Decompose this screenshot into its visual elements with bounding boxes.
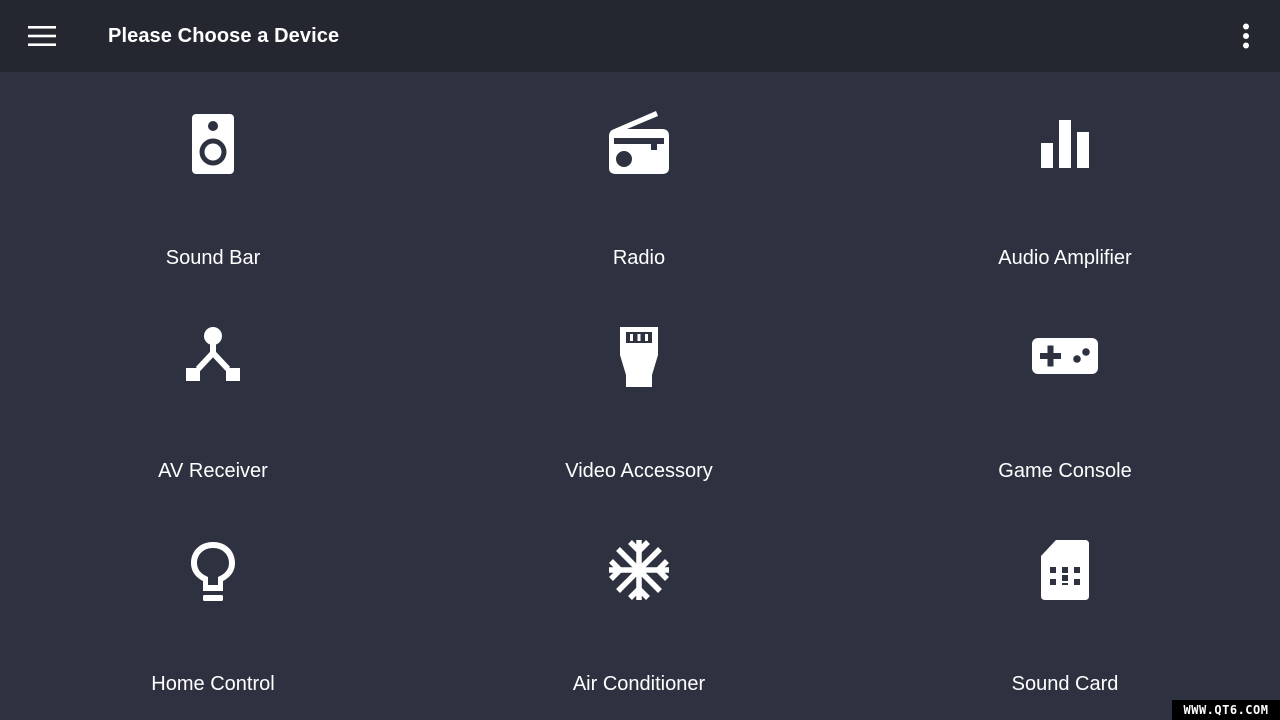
device-label: Sound Card [1011, 673, 1119, 695]
sd-card-icon [1041, 540, 1089, 600]
device-tile-av-receiver[interactable]: AV Receiver [0, 285, 426, 498]
device-tile-sound-card[interactable]: Sound Card [852, 498, 1278, 711]
lightbulb-icon [191, 542, 235, 601]
device-tile-game-console[interactable]: Game Console [852, 285, 1278, 498]
menu-button[interactable] [18, 16, 66, 56]
device-label: Home Control [151, 673, 275, 695]
device-tile-audio-amplifier[interactable]: Audio Amplifier [852, 72, 1278, 285]
app-bar: Please Choose a Device [0, 0, 1280, 72]
av-receiver-icon [186, 327, 240, 381]
device-tile-radio[interactable]: Radio [426, 72, 852, 285]
device-tile-video-accessory[interactable]: Video Accessory [426, 285, 852, 498]
device-label: Radio [612, 247, 666, 269]
radio-icon [609, 111, 669, 174]
device-label: Audio Amplifier [998, 247, 1132, 269]
overflow-menu-button[interactable] [1224, 16, 1268, 56]
connector-icon [620, 327, 658, 387]
hamburger-menu-icon [28, 26, 56, 46]
watermark: WWW.QT6.COM [1172, 700, 1280, 720]
device-label: Game Console [998, 460, 1132, 482]
device-label: Sound Bar [165, 247, 261, 269]
equalizer-icon [1041, 120, 1089, 168]
snowflake-icon [609, 540, 669, 600]
device-tile-sound-bar[interactable]: Sound Bar [0, 72, 426, 285]
device-tile-air-conditioner[interactable]: Air Conditioner [426, 498, 852, 711]
gamepad-icon [1032, 338, 1098, 374]
device-tile-home-control[interactable]: Home Control [0, 498, 426, 711]
device-grid: Sound Bar Radio Audio Amplifier AV Recei… [0, 72, 1280, 720]
more-vert-icon [1243, 23, 1249, 49]
speaker-icon [192, 114, 234, 174]
device-label: Air Conditioner [572, 673, 706, 695]
device-label: AV Receiver [158, 460, 268, 482]
device-label: Video Accessory [565, 460, 713, 482]
page-title: Please Choose a Device [108, 25, 340, 47]
